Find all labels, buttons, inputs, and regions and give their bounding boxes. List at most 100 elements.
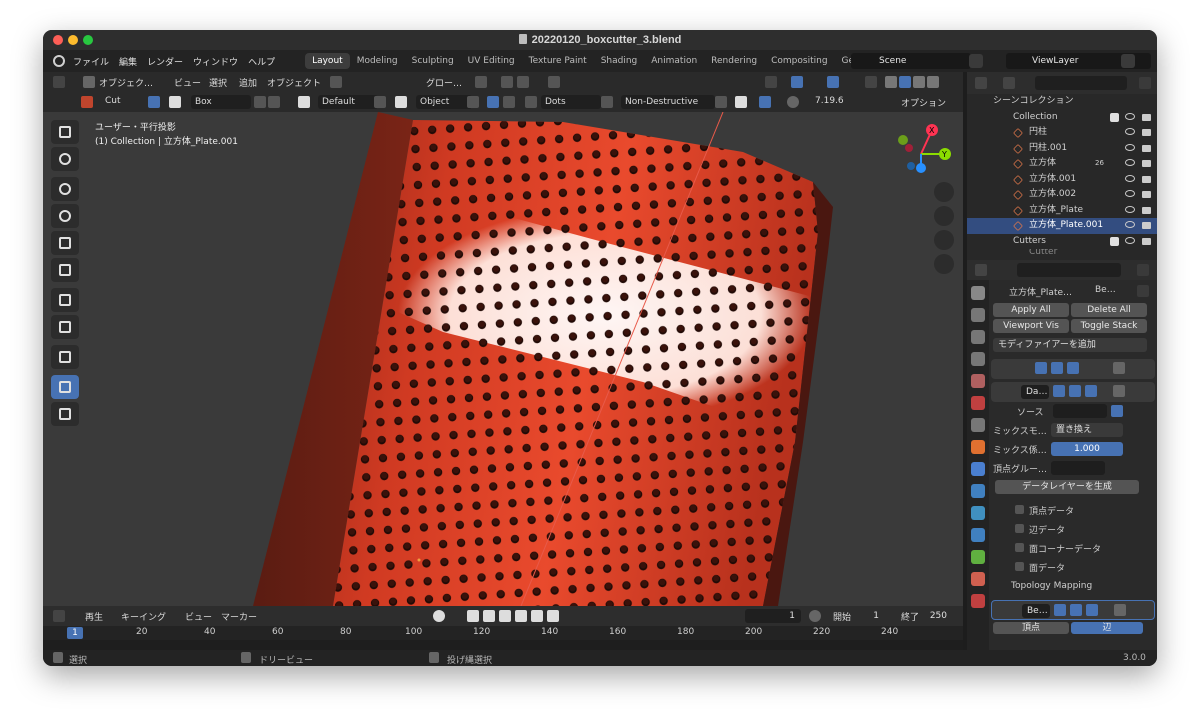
pause-icon[interactable] [759, 96, 771, 108]
subpanel-checkbox[interactable] [1015, 562, 1024, 571]
source-object-field[interactable] [1053, 404, 1107, 418]
tab-sculpting[interactable]: Sculpting [405, 53, 461, 69]
cut-mode-icon[interactable] [81, 96, 93, 108]
modifier-3-name[interactable]: Be… [1022, 604, 1050, 618]
snap-icon[interactable] [475, 76, 487, 88]
modifier-2-header[interactable]: Da… [991, 382, 1155, 402]
settings-gear-icon[interactable] [735, 96, 747, 108]
pan-hand-icon[interactable] [934, 206, 954, 226]
surface-icon[interactable] [467, 96, 479, 108]
tab-shading[interactable]: Shading [594, 53, 645, 69]
camera-render-icon[interactable] [1142, 191, 1151, 198]
play-reverse-icon[interactable] [499, 610, 511, 622]
menu-keying[interactable]: キーイング [121, 610, 166, 623]
gizmo-icon[interactable] [791, 76, 803, 88]
timeline-track[interactable] [43, 640, 963, 650]
magnet-icon[interactable] [501, 76, 513, 88]
material-tab-icon[interactable] [971, 572, 985, 586]
camera-render-icon[interactable] [1142, 144, 1151, 152]
camera-render-icon[interactable] [1142, 129, 1151, 136]
navigation-gizmo[interactable]: X Y [885, 118, 955, 178]
pin-icon[interactable] [1137, 285, 1149, 297]
menu-file[interactable]: ファイル [73, 55, 109, 68]
menu-render[interactable]: レンダー [147, 55, 183, 68]
particles-tab-icon[interactable] [971, 484, 985, 498]
rendered-shading-icon[interactable] [927, 76, 939, 88]
scene-selector[interactable]: Scene [851, 53, 971, 69]
wireframe-shading-icon[interactable] [885, 76, 897, 88]
view-layer-tab-icon[interactable] [971, 352, 985, 366]
prev-keyframe-icon[interactable] [483, 610, 495, 622]
object-box-icon[interactable] [395, 96, 407, 108]
eye-icon[interactable] [1125, 221, 1135, 228]
menu-marker[interactable]: マーカー [221, 610, 257, 623]
tab-uv-editing[interactable]: UV Editing [461, 53, 522, 69]
subpanel-checkbox[interactable] [1015, 524, 1024, 533]
subpanel-checkbox[interactable] [1015, 543, 1024, 552]
outliner-item[interactable]: 円柱 [967, 125, 1157, 141]
affect-vertex-button[interactable]: 頂点 [993, 622, 1069, 634]
collection-checkbox[interactable] [1110, 112, 1119, 122]
outliner-item[interactable]: 立方体.002 [967, 187, 1157, 203]
mix-mode-dropdown[interactable]: 置き換え [1051, 423, 1123, 437]
jump-start-icon[interactable] [467, 610, 479, 622]
rotate-tool-button[interactable] [51, 204, 79, 228]
tab-layout[interactable]: Layout [305, 53, 350, 69]
object-mode-icon[interactable] [83, 76, 95, 88]
add-modifier-dropdown[interactable]: モディファイアーを追加 [993, 338, 1147, 352]
editor-type-icon[interactable] [53, 76, 65, 88]
visibility-icon[interactable] [765, 76, 777, 88]
collection-checkbox[interactable] [1110, 236, 1119, 246]
eye-icon[interactable] [1125, 190, 1135, 197]
tab-texture-paint[interactable]: Texture Paint [522, 53, 594, 69]
menu-help[interactable]: ヘルプ [248, 55, 275, 68]
delete-all-button[interactable]: Delete All [1071, 303, 1147, 317]
eye-icon[interactable] [1125, 205, 1135, 213]
edit-mode-icon[interactable] [1054, 604, 1066, 616]
eye-icon[interactable] [1125, 112, 1135, 120]
menu-select[interactable]: 選択 [209, 76, 227, 89]
blender-logo-icon[interactable] [53, 55, 65, 67]
edit-mode-icon[interactable] [1053, 385, 1065, 397]
subpanel-face-data[interactable]: 面データ [991, 557, 1157, 576]
move-tool-button[interactable] [51, 177, 79, 201]
affect-edge-button[interactable]: 辺 [1071, 622, 1143, 634]
download-icon[interactable] [715, 96, 727, 108]
collection-tab-icon[interactable] [971, 418, 985, 432]
rotate-icon[interactable] [374, 96, 386, 108]
scene-collection-row[interactable]: シーンコレクション [967, 94, 1157, 110]
filter-icon[interactable] [1139, 77, 1151, 89]
dots-grid-icon[interactable] [525, 96, 537, 108]
grid-icon[interactable] [503, 96, 515, 108]
stopwatch-icon[interactable] [809, 610, 821, 622]
options-dropdown[interactable]: オプション [901, 96, 946, 109]
camera-render-icon[interactable] [1142, 175, 1151, 183]
display-mode-icon[interactable] [1003, 77, 1015, 89]
select-tool-button[interactable] [51, 120, 79, 144]
modifier-tab-icon[interactable] [971, 462, 985, 476]
generate-data-layers-button[interactable]: データレイヤーを生成 [995, 480, 1139, 494]
transform-orientation[interactable]: グロー… [426, 76, 462, 89]
shape-type-field[interactable]: Box [191, 95, 251, 109]
viewport-vis-button[interactable]: Viewport Vis [993, 319, 1069, 333]
render-display-icon[interactable] [1067, 362, 1079, 374]
physics-tab-icon[interactable] [971, 506, 985, 520]
render-tab-icon[interactable] [971, 308, 985, 322]
mirror-icon[interactable] [601, 96, 613, 108]
material-shading-icon[interactable] [913, 76, 925, 88]
menu-window[interactable]: ウィンドウ [193, 55, 238, 68]
outliner-item[interactable]: 立方体 26 [967, 156, 1157, 172]
surface-field[interactable]: Object [416, 95, 472, 109]
subpanel-checkbox[interactable] [1015, 505, 1024, 514]
snap-target-icon[interactable] [517, 76, 529, 88]
outliner-item[interactable]: 立方体.001 [967, 172, 1157, 188]
menu-add[interactable]: 追加 [239, 76, 257, 89]
boxcutter-tool-button[interactable] [51, 375, 79, 399]
world-tab-icon[interactable] [971, 396, 985, 410]
shape-mode-dropdown[interactable]: Cut [105, 96, 121, 106]
camera-render-icon[interactable] [1142, 222, 1151, 229]
outliner-item[interactable]: 円柱.001 [967, 141, 1157, 157]
origin-icon[interactable] [254, 96, 266, 108]
xray-icon[interactable] [865, 76, 877, 88]
subpanel-corner-data[interactable]: 面コーナーデータ [991, 538, 1157, 557]
